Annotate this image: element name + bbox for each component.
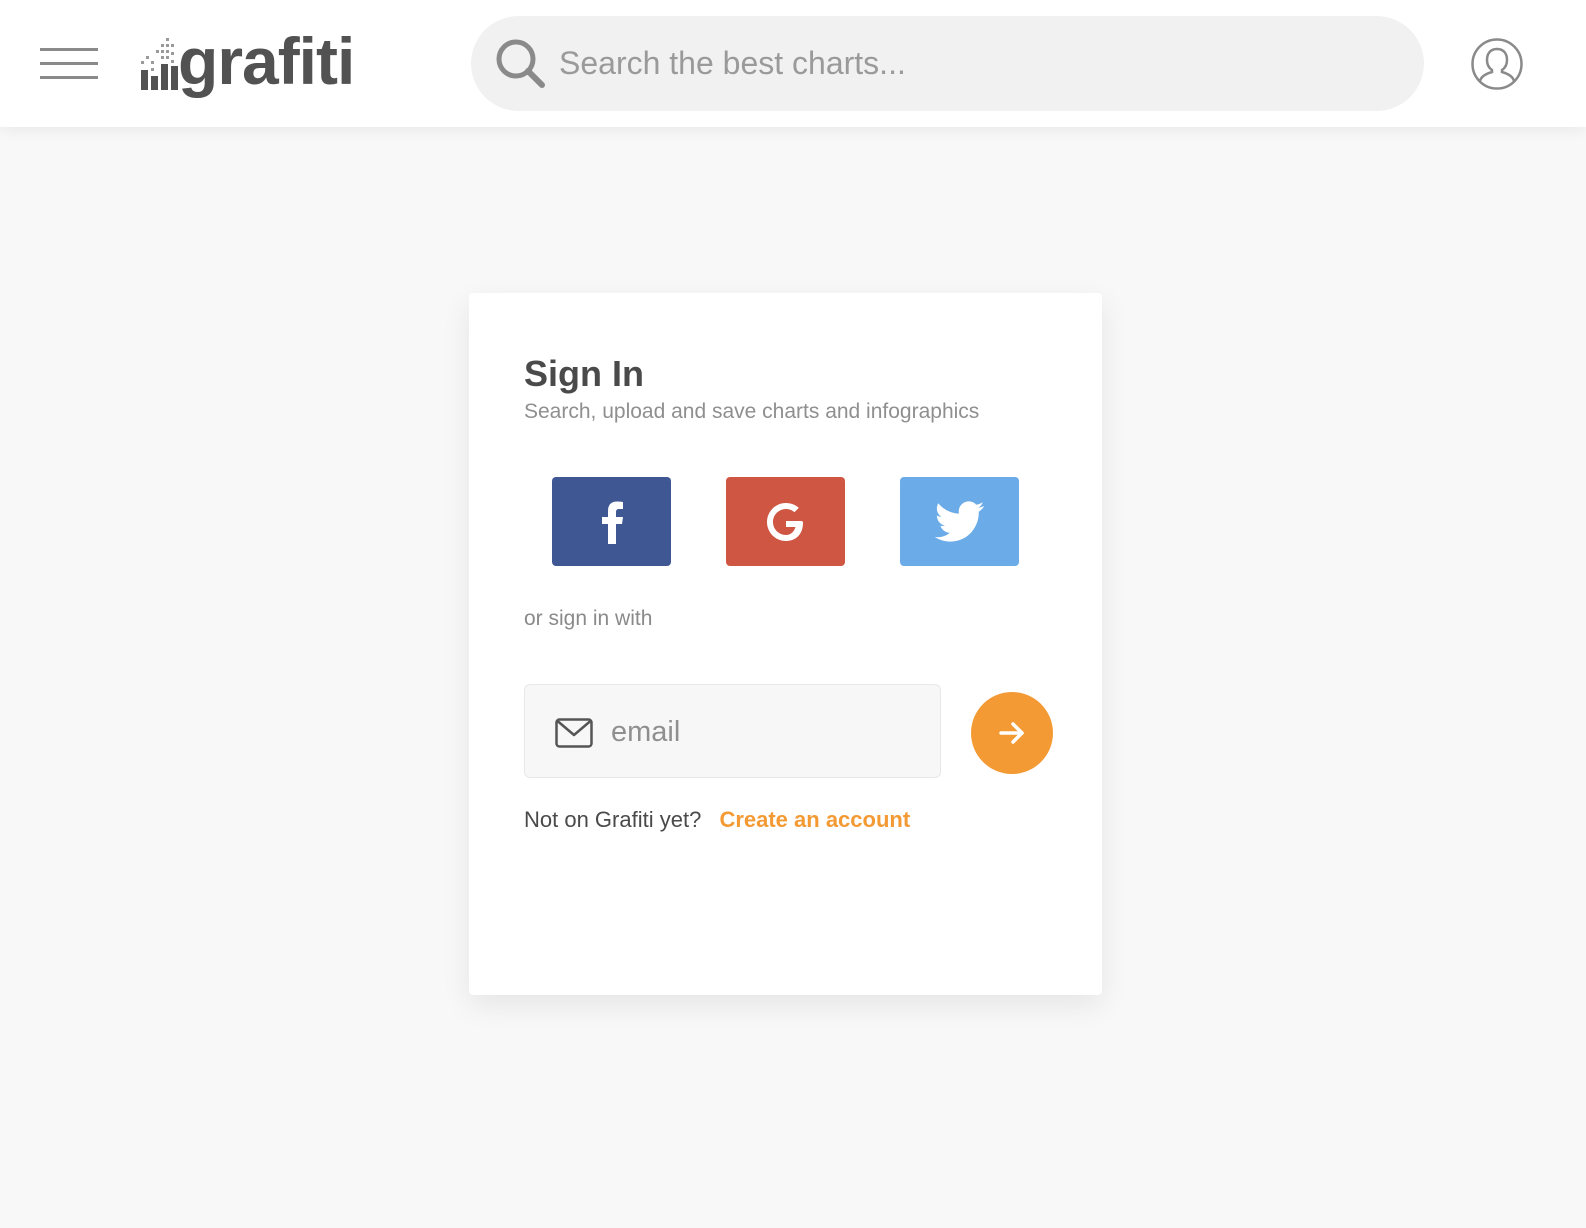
create-account-row: Not on Grafiti yet? Create an account: [524, 807, 910, 833]
top-bar: grafiti: [0, 0, 1586, 127]
google-sign-in-button[interactable]: [726, 477, 845, 566]
user-account-icon[interactable]: [1470, 37, 1524, 91]
arrow-right-icon: [999, 722, 1024, 744]
twitter-sign-in-button[interactable]: [900, 477, 1019, 566]
logo-bars-icon: [141, 38, 178, 90]
search-icon[interactable]: [493, 36, 547, 90]
facebook-icon: [601, 501, 623, 544]
email-input[interactable]: [611, 707, 921, 757]
search-input[interactable]: [559, 36, 1379, 90]
facebook-sign-in-button[interactable]: [552, 477, 671, 566]
grafiti-logo[interactable]: grafiti: [140, 24, 400, 110]
submit-button[interactable]: [971, 692, 1053, 774]
twitter-icon: [934, 500, 984, 542]
google-icon: [766, 502, 803, 541]
email-field-container[interactable]: [524, 684, 941, 778]
or-sign-in-with-label: or sign in with: [524, 607, 653, 630]
hamburger-menu-icon[interactable]: [38, 44, 100, 84]
mail-icon: [555, 718, 593, 748]
create-account-link[interactable]: Create an account: [719, 807, 910, 832]
logo-text: grafiti: [178, 24, 355, 98]
search-bar[interactable]: [471, 16, 1424, 111]
sign-in-subtitle: Search, upload and save charts and infog…: [524, 400, 980, 423]
not-on-grafiti-label: Not on Grafiti yet?: [524, 807, 702, 832]
sign-in-title: Sign In: [524, 353, 644, 394]
sign-in-card: Sign In Search, upload and save charts a…: [469, 293, 1102, 995]
